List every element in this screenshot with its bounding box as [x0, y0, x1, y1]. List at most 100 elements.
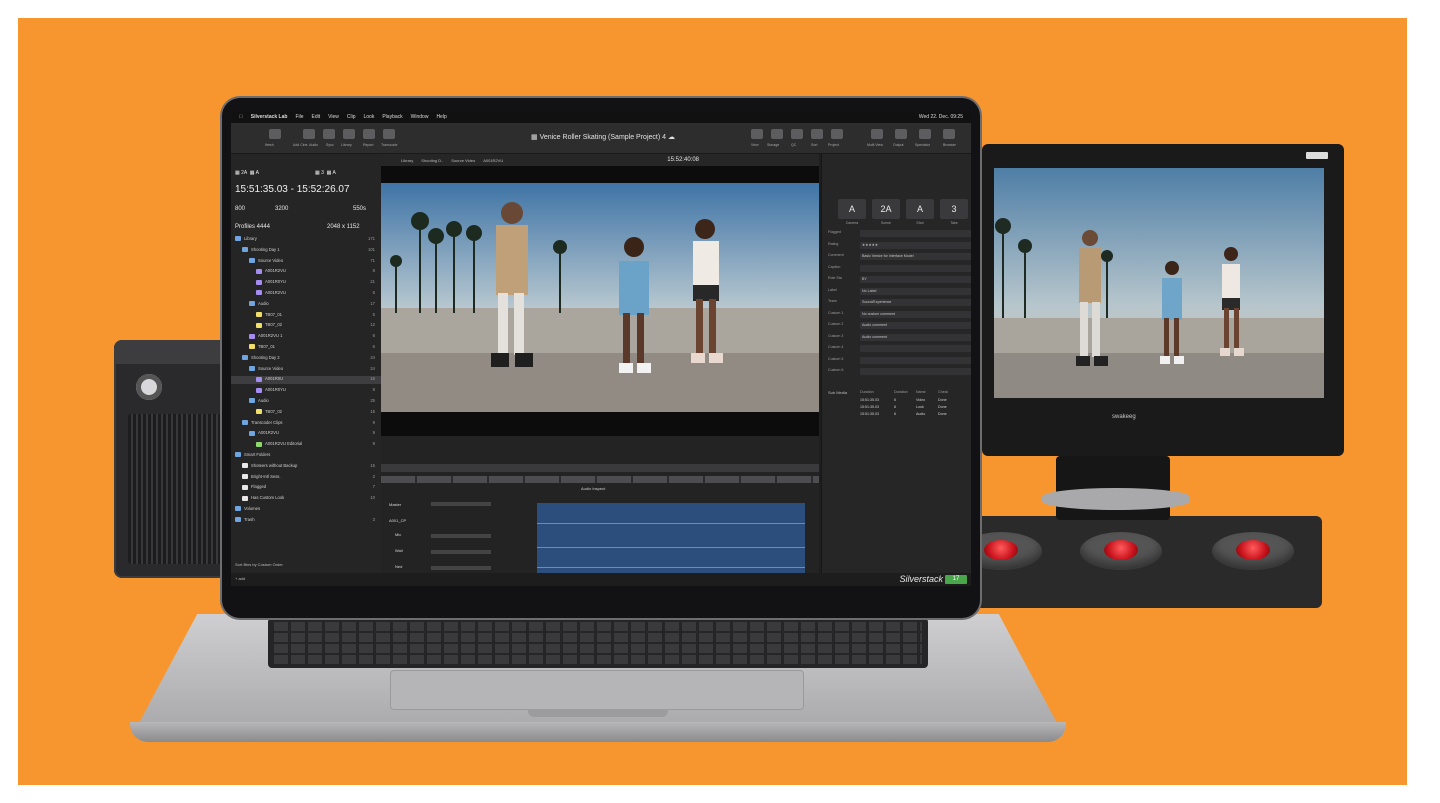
tree-item[interactable]: Bright-Intl Sess. 2: [231, 474, 381, 482]
tree-item[interactable]: Has Custom Look 10: [231, 495, 381, 503]
tree-item-label: A001R2VU 1: [258, 333, 283, 339]
tree-item[interactable]: Library 171: [231, 236, 381, 244]
toolbar-add-button[interactable]: [303, 129, 315, 139]
toolbar-browser-button[interactable]: [943, 129, 955, 139]
tree-item[interactable]: Transcoder Clips 9: [231, 420, 381, 428]
sort-bins-label[interactable]: Sort Bins by Custom Order: [235, 562, 283, 567]
sidebar-add-button[interactable]: + add: [235, 576, 245, 581]
tree-item[interactable]: A001R2VU Editorial 9: [231, 441, 381, 449]
tree-item[interactable]: A001R2VU 9: [231, 430, 381, 438]
menu-file[interactable]: File: [295, 114, 303, 120]
metadata-field[interactable]: [860, 264, 971, 272]
metadata-field[interactable]: BY: [860, 276, 971, 283]
tree-item[interactable]: A001R0YU 21: [231, 279, 381, 287]
toolbar-view-button[interactable]: [751, 129, 763, 139]
toolbar-label-report: Report: [363, 143, 374, 147]
tree-item[interactable]: Flagged 7: [231, 484, 381, 492]
tree-item[interactable]: TB07_02 15: [231, 409, 381, 417]
metadata-field[interactable]: Audio comment: [860, 333, 971, 341]
menu-view[interactable]: View: [328, 114, 339, 120]
metadata-field[interactable]: No custom comment: [860, 310, 971, 318]
toolbar-qc-button[interactable]: [791, 129, 803, 139]
trackball-center: [1080, 532, 1162, 570]
menu-help[interactable]: Help: [436, 114, 446, 120]
tree-item[interactable]: Shooting Day 2 24: [231, 355, 381, 363]
metadata-field[interactable]: [860, 230, 971, 237]
toolbar-storage-button[interactable]: [771, 129, 783, 139]
folder-icon: [256, 279, 262, 285]
menu-playback[interactable]: Playback: [382, 114, 402, 120]
master-volume-slider[interactable]: [431, 502, 491, 506]
tree-item[interactable]: TB07_01 5: [231, 312, 381, 320]
metadata-field[interactable]: [860, 345, 971, 352]
toolbar-library-button[interactable]: [343, 129, 355, 139]
toolbar-label-view: View: [751, 143, 759, 147]
toolbar-report-button[interactable]: [363, 129, 375, 139]
tree-item[interactable]: Shoteers without Backup 15: [231, 463, 381, 471]
apple-icon[interactable]: : [239, 114, 243, 120]
tree-item[interactable]: A001R0YU 8: [231, 387, 381, 395]
metadata-field[interactable]: ★★★★★: [860, 241, 971, 249]
timeline-clip-strip[interactable]: [381, 476, 819, 483]
scene-cell[interactable]: 2A: [872, 199, 900, 219]
metadata-label: Flagged: [828, 230, 841, 234]
tree-item-count: 16: [370, 376, 375, 382]
metadata-field[interactable]: Sound/Experience: [860, 299, 971, 306]
tree-item[interactable]: TB07_02 12: [231, 322, 381, 330]
tree-item-count: 171: [368, 236, 375, 241]
menu-clip[interactable]: Clip: [347, 114, 356, 120]
toolbar-spectator-button[interactable]: [919, 129, 931, 139]
wall-volume-slider[interactable]: [431, 550, 491, 554]
tree-item[interactable]: Source Video 24: [231, 366, 381, 374]
tree-item-count: 71: [370, 257, 375, 263]
timeline-ruler[interactable]: [381, 464, 819, 472]
menu-window[interactable]: Window: [411, 114, 429, 120]
table-cell: Done: [938, 412, 947, 416]
path-shooting-day[interactable]: Shooting D..: [421, 158, 443, 163]
toolbar-transcode-button[interactable]: [383, 129, 395, 139]
tree-item[interactable]: Audio 25: [231, 398, 381, 406]
tree-item[interactable]: Trash 3: [231, 517, 381, 525]
metadata-field[interactable]: [860, 368, 971, 375]
metadata-field[interactable]: No Label: [860, 287, 971, 295]
take-cell[interactable]: 3: [940, 199, 968, 219]
path-library[interactable]: Library: [401, 158, 413, 163]
tree-item[interactable]: Volumes: [231, 506, 381, 514]
shot-cell[interactable]: A: [906, 199, 934, 219]
audio-mode-label[interactable]: Audio Inspect: [581, 486, 605, 491]
metadata-label: Role Sta: [828, 276, 842, 280]
tree-item[interactable]: TB07_01 6: [231, 344, 381, 352]
app-menu-name[interactable]: Silverstack Lab: [251, 114, 288, 120]
ned-volume-slider[interactable]: [431, 566, 491, 570]
folder-icon: [256, 387, 262, 393]
tree-item[interactable]: A001R0U 16: [231, 376, 381, 385]
tree-item[interactable]: Audio 17: [231, 301, 381, 309]
menubar-clock: Wed 22. Dec. 09:25: [918, 114, 963, 120]
path-clip[interactable]: A001R2VU: [483, 158, 503, 163]
tree-item[interactable]: A001R2VU 8: [231, 268, 381, 276]
track-ned: Ned: [395, 564, 403, 569]
metadata-field[interactable]: Basic Venice for Interface Model: [860, 253, 971, 260]
toolbar-multiview-button[interactable]: [871, 129, 883, 139]
metadata-label: Custom 2: [828, 322, 844, 326]
toolbar-sort-button[interactable]: [811, 129, 823, 139]
mic-volume-slider[interactable]: [431, 534, 491, 538]
metadata-field[interactable]: [860, 356, 971, 364]
toolbar-project-button[interactable]: [831, 129, 843, 139]
tree-item[interactable]: Source Video 71: [231, 258, 381, 266]
metadata-field[interactable]: Audio comment: [860, 322, 971, 329]
folder-icon: [235, 236, 241, 242]
metadata-label: Custom 5: [828, 356, 844, 361]
tree-item[interactable]: Smart Folders: [231, 452, 381, 460]
tree-item[interactable]: A001R2VU 6: [231, 290, 381, 298]
toolbar-output-button[interactable]: [895, 129, 907, 139]
menu-edit[interactable]: Edit: [312, 114, 321, 120]
tree-item-count: 25: [370, 398, 375, 403]
path-source-video[interactable]: Source Video: [451, 158, 475, 163]
camera-cell[interactable]: A: [838, 199, 866, 219]
tree-item[interactable]: A001R2VU 1 6: [231, 333, 381, 341]
tree-item[interactable]: Shooting Day 1 101: [231, 247, 381, 255]
menu-look[interactable]: Look: [364, 114, 375, 120]
toolbar-ifresh-button[interactable]: [269, 129, 281, 139]
toolbar-sync-button[interactable]: [323, 129, 335, 139]
